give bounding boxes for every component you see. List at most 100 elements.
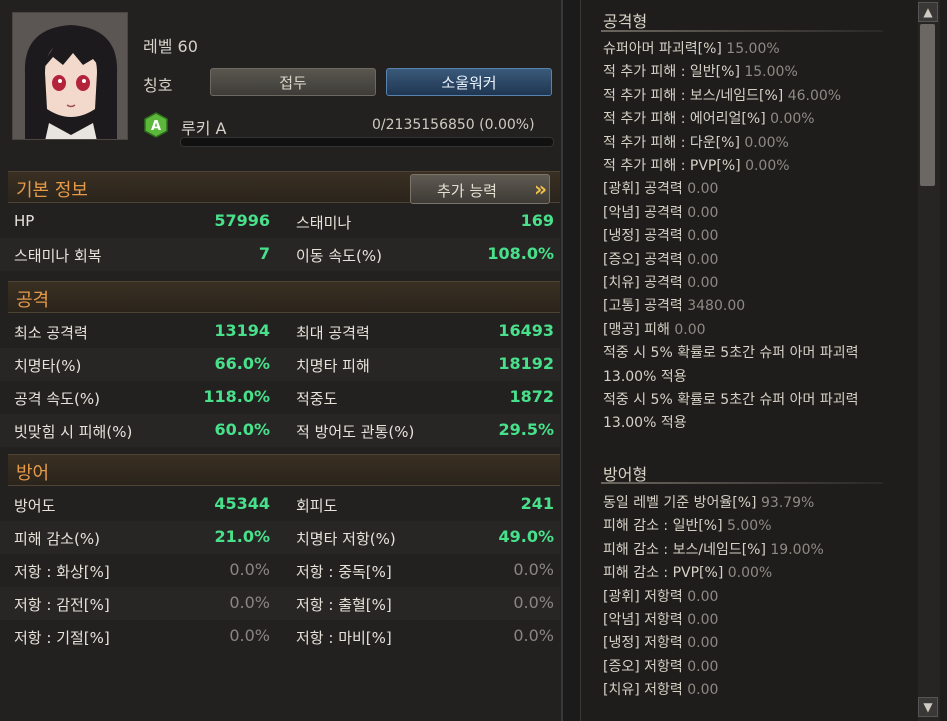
title-prefix-button[interactable]: 접두 xyxy=(210,68,376,96)
ability-line: [증오] 저항력 0.00 xyxy=(603,656,718,676)
ability-value: 0.00 xyxy=(687,204,719,221)
ability-name: 13.00% 적용 xyxy=(603,368,687,385)
section-defense-title: 방어 xyxy=(16,463,50,484)
ability-line: 적 추가 피해 : 다운[%] 0.00% xyxy=(603,132,789,152)
stat-value: 7 xyxy=(258,244,270,263)
stat-value: 241 xyxy=(520,494,554,513)
ability-name: 적중 시 5% 확률로 5초간 슈퍼 아머 파괴력 xyxy=(603,345,859,362)
ability-value: 0.00 xyxy=(687,612,719,628)
ability-value: 0.00% xyxy=(744,134,789,151)
ability-line: 피해 감소 : 보스/네임드[%] 19.00% xyxy=(603,539,824,559)
scroll-up-arrow-icon[interactable]: ▲ xyxy=(918,2,938,22)
ability-line: 적 추가 피해 : 보스/네임드[%] 46.00% xyxy=(603,85,841,105)
ability-name: 적 추가 피해 : 에어리얼[%] xyxy=(603,111,766,128)
ability-name: [치유] 공격력 xyxy=(603,275,683,291)
stat-name: 피해 감소(%) xyxy=(14,530,100,548)
stat-name: 저항 : 감전[%] xyxy=(14,596,110,614)
ability-name: 동일 레벨 기준 방어율[%] xyxy=(603,495,757,511)
ability-line: 13.00% 적용 xyxy=(603,366,687,386)
ability-value: 0.00 xyxy=(687,275,719,291)
ability-name: [치유] 저항력 xyxy=(603,682,683,699)
stat-value: 16493 xyxy=(498,321,554,340)
ability-name: [맹공] 피해 xyxy=(603,321,670,338)
stat-row: HP 57996 스태미나 169 xyxy=(0,205,560,238)
additional-abilities-button[interactable]: 추가 능력 » xyxy=(410,174,550,204)
ability-name: 피해 감소 : 보스/네임드[%] xyxy=(603,541,766,558)
ability-value: 0.00 xyxy=(687,181,719,198)
stat-name: 저항 : 기절[%] xyxy=(14,629,110,647)
ability-value: 46.00% xyxy=(787,87,842,104)
ability-name: [광휘] 공격력 xyxy=(603,181,683,198)
stat-name: 최소 공격력 xyxy=(14,324,88,342)
ability-value: 3480.00 xyxy=(687,298,746,315)
ability-value: 15.00% xyxy=(744,64,798,81)
ability-line: [치유] 저항력 0.00 xyxy=(603,679,718,699)
stat-value: 0.0% xyxy=(229,593,270,612)
ability-value: 0.00 xyxy=(687,635,719,652)
stat-name: 치명타(%) xyxy=(14,357,82,375)
ability-value: 93.79% xyxy=(760,495,815,511)
level-label: 레벨 60 xyxy=(143,37,198,56)
stat-value: 66.0% xyxy=(214,354,270,373)
stat-name: 치명타 피해 xyxy=(296,357,370,375)
ability-line: 적 추가 피해 : 일반[%] 15.00% xyxy=(603,61,798,81)
rank-badge-letter: A xyxy=(151,119,161,134)
section-attack: 공격 xyxy=(8,281,560,313)
ability-line: 적 추가 피해 : 에어리얼[%] 0.00% xyxy=(603,108,815,128)
ability-name: 적중 시 5% 확률로 5초간 슈퍼 아머 파괴력 xyxy=(603,392,859,408)
additional-abilities-label: 추가 능력 xyxy=(437,182,497,200)
character-stats-panel: 레벨 60 칭호 접두 소울워커 A 루키 A 0/2135156850 (0.… xyxy=(0,0,563,721)
ability-name: [악념] 공격력 xyxy=(603,204,683,221)
stat-value: 49.0% xyxy=(498,527,554,546)
character-portrait xyxy=(12,12,128,140)
section-attack-title: 공격 xyxy=(16,290,50,311)
scrollbar-thumb[interactable] xyxy=(920,24,935,186)
double-chevron-right-icon: » xyxy=(534,177,547,201)
stat-row: 빗맞힘 시 피해(%) 60.0% 적 방어도 관통(%) 29.5% xyxy=(0,414,560,447)
ability-value: 15.00% xyxy=(726,41,780,57)
ability-name: 13.00% 적용 xyxy=(603,415,687,432)
ability-name: 슈퍼아머 파괴력[%] xyxy=(603,41,722,57)
stat-row: 저항 : 기절[%] 0.0% 저항 : 마비[%] 0.0% xyxy=(0,620,560,653)
ability-value: 0.00 xyxy=(687,228,719,245)
ability-line: [냉정] 공격력 0.00 xyxy=(603,225,718,245)
stat-name: 회피도 xyxy=(296,497,338,515)
stat-name: 공격 속도(%) xyxy=(14,390,100,408)
ability-value: 19.00% xyxy=(770,541,824,558)
ability-name: [광휘] 저항력 xyxy=(603,588,683,605)
rank-label: 루키 A xyxy=(181,119,227,138)
scroll-down-arrow-icon[interactable]: ▼ xyxy=(918,697,938,717)
ability-name: 적 추가 피해 : 보스/네임드[%] xyxy=(603,87,784,104)
stat-value: 108.0% xyxy=(487,244,554,263)
ability-line: 13.00% 적용 xyxy=(603,412,687,432)
stat-value: 13194 xyxy=(214,321,270,340)
ability-value: 0.00 xyxy=(687,251,719,268)
ability-name: [고통] 공격력 xyxy=(603,298,683,315)
ability-line: [치유] 공격력 0.00 xyxy=(603,272,718,292)
ability-value: 0.00 xyxy=(674,321,706,338)
ability-name: [증오] 저항력 xyxy=(603,658,683,675)
stat-value: 0.0% xyxy=(229,626,270,645)
ability-name: [악념] 저항력 xyxy=(603,612,683,628)
stat-value: 0.0% xyxy=(513,560,554,579)
ability-line: 적중 시 5% 확률로 5초간 슈퍼 아머 파괴력 xyxy=(603,389,858,409)
ability-line: 적중 시 5% 확률로 5초간 슈퍼 아머 파괴력 xyxy=(603,342,858,362)
stat-name: 이동 속도(%) xyxy=(296,247,382,265)
stat-name: 방어도 xyxy=(14,497,56,515)
ability-line: [광휘] 저항력 0.00 xyxy=(603,586,718,606)
stat-row: 저항 : 감전[%] 0.0% 저항 : 출혈[%] 0.0% xyxy=(0,587,560,620)
stat-row: 저항 : 화상[%] 0.0% 저항 : 중독[%] 0.0% xyxy=(0,554,560,587)
attack-heading-divider xyxy=(601,30,883,32)
stat-name: 빗맞힘 시 피해(%) xyxy=(14,423,133,441)
stat-row: 피해 감소(%) 21.0% 치명타 저항(%) 49.0% xyxy=(0,521,560,554)
stat-name: 저항 : 화상[%] xyxy=(14,563,110,581)
ability-line: 동일 레벨 기준 방어율[%] 93.79% xyxy=(603,492,814,512)
ability-line: 피해 감소 : PVP[%] 0.00% xyxy=(603,562,772,582)
title-soulworker-button[interactable]: 소울워커 xyxy=(386,68,552,96)
ability-value: 0.00 xyxy=(687,658,719,675)
ability-name: 피해 감소 : PVP[%] xyxy=(603,565,724,582)
stat-name: 적중도 xyxy=(296,390,338,408)
additional-abilities-panel[interactable]: 공격형 슈퍼아머 파괴력[%] 15.00% 적 추가 피해 : 일반[%] 15… xyxy=(580,0,947,721)
stat-name: 저항 : 출혈[%] xyxy=(296,596,392,614)
ability-name: 피해 감소 : 일반[%] xyxy=(603,518,723,535)
